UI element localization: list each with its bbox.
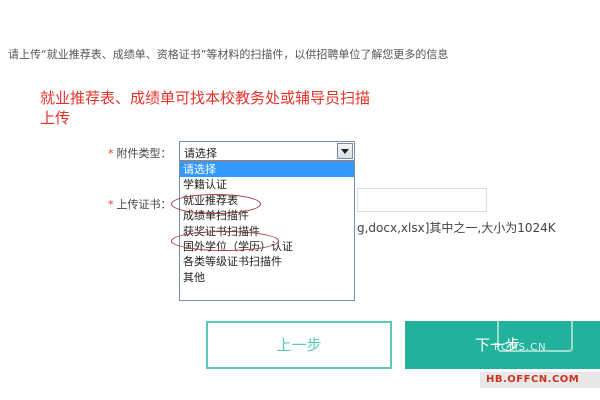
required-mark: * [108,198,114,211]
prev-step-button[interactable]: 上一步 [206,321,392,369]
next-step-button[interactable]: 下一步 [405,321,600,369]
upload-cert-label: * 上传证书： [108,196,172,212]
attachment-type-label-text: 附件类型： [116,147,172,160]
dropdown-option-foreign-degree-cert[interactable]: 国外学位（学历）认证 [180,239,354,254]
dropdown-option-please-select[interactable]: 请选择 [180,162,354,178]
dropdown-option-enrollment-cert[interactable]: 学籍认证 [180,177,354,192]
dropdown-option-transcript-scan[interactable]: 成绩单扫描件 [180,208,354,223]
format-hint: g,docx,xlsx]其中之一,大小为1024K [357,221,556,235]
attachment-type-value: 请选择 [184,147,217,160]
required-mark: * [108,147,114,160]
attachment-type-select[interactable]: 请选择 [179,141,355,161]
intro-text: 请上传“就业推荐表、成绩单、资格证书”等材料的扫描件，以供招聘单位了解您更多的信… [8,48,449,61]
upload-cert-field[interactable] [357,188,487,212]
dropdown-option-level-cert-scan[interactable]: 各类等级证书扫描件 [180,254,354,269]
chevron-down-icon[interactable] [337,143,353,159]
watermark-bar [480,372,600,388]
attachment-type-label: * 附件类型： [108,145,172,161]
attachment-type-dropdown[interactable]: 请选择 学籍认证 就业推荐表 成绩单扫描件 获奖证书扫描件 国外学位（学历）认证… [179,161,355,301]
dropdown-option-other[interactable]: 其他 [180,270,354,285]
notice-text: 就业推荐表、成绩单可找本校教务处或辅导员扫描上传 [40,89,371,127]
dropdown-option-award-cert-scan[interactable]: 获奖证书扫描件 [180,224,354,239]
upload-cert-label-text: 上传证书： [116,198,172,211]
dropdown-option-employment-recommendation[interactable]: 就业推荐表 [180,193,354,208]
